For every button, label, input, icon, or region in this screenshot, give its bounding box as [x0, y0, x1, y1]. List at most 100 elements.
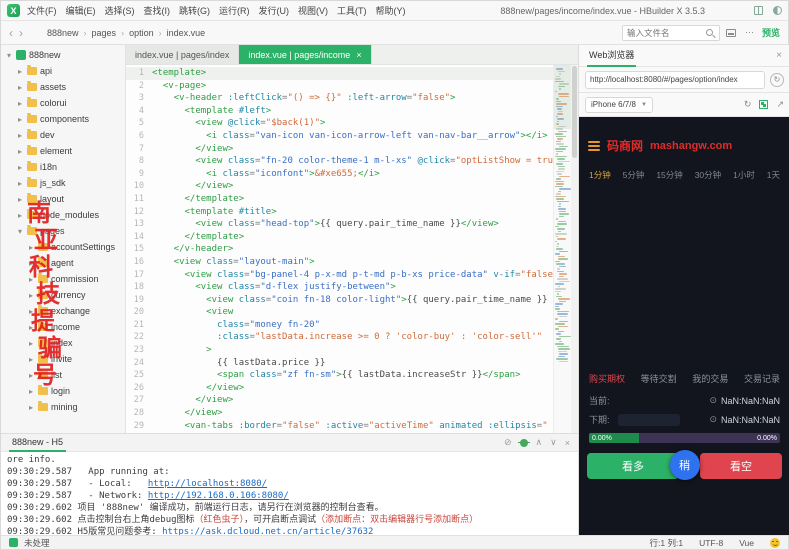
line-number[interactable]: 29 — [126, 420, 152, 433]
tree-item-income[interactable]: ▸ income — [1, 319, 125, 335]
tree-item-element[interactable]: ▸ element — [1, 143, 125, 159]
tree-item-commission[interactable]: ▸ commission — [1, 271, 125, 287]
trade-tab-3[interactable]: 交易记录 — [744, 372, 780, 385]
menu-item-3[interactable]: 查找(I) — [144, 4, 171, 17]
line-number[interactable]: 9 — [126, 168, 152, 181]
tree-item-colorui[interactable]: ▸ colorui — [1, 95, 125, 111]
encoding-indicator[interactable]: UTF-8 — [699, 538, 723, 548]
console-tab[interactable]: 888new - H5 — [9, 434, 67, 452]
tree-item-login[interactable]: ▸ login — [1, 383, 125, 399]
tree-item-layout[interactable]: ▸ layout — [1, 191, 125, 207]
feedback-smiley-icon[interactable] — [770, 537, 780, 548]
line-number[interactable]: 26 — [126, 382, 152, 395]
line-number[interactable]: 13 — [126, 218, 152, 231]
close-console-icon[interactable]: × — [565, 438, 570, 448]
line-number[interactable]: 28 — [126, 407, 152, 420]
nav-back-icon[interactable]: ‹ — [9, 27, 13, 39]
console-log[interactable]: ore info. 09:30:29.587 App running at: 09:… — [1, 452, 578, 537]
tree-item-invite[interactable]: ▸ invite — [1, 351, 125, 367]
breadcrumb-item[interactable]: pages — [92, 28, 117, 38]
language-mode[interactable]: Vue — [739, 538, 754, 548]
collapse-icon[interactable]: ∧ — [536, 437, 543, 448]
line-number[interactable]: 18 — [126, 281, 152, 294]
time-tab-3[interactable]: 30分钟 — [695, 169, 721, 181]
line-number[interactable]: 11 — [126, 193, 152, 206]
line-number[interactable]: 24 — [126, 357, 152, 370]
breadcrumb-item[interactable]: option — [129, 28, 154, 38]
line-number[interactable]: 19 — [126, 294, 152, 307]
file-search-box[interactable] — [621, 24, 720, 41]
menu-item-7[interactable]: 视图(V) — [298, 4, 328, 17]
line-number[interactable]: 22 — [126, 331, 152, 344]
menu-item-0[interactable]: 文件(F) — [27, 4, 57, 17]
line-number[interactable]: 8 — [126, 155, 152, 168]
line-number[interactable]: 14 — [126, 231, 152, 244]
tree-item-pages[interactable]: ▾ pages — [1, 223, 125, 239]
browser-tab[interactable]: Web浏览器 — [587, 45, 637, 67]
menu-item-4[interactable]: 跳转(G) — [179, 4, 210, 17]
time-tab-0[interactable]: 1分钟 — [589, 169, 611, 181]
menu-item-5[interactable]: 运行(R) — [219, 4, 250, 17]
line-number[interactable]: 2 — [126, 80, 152, 93]
theme-contrast-icon[interactable] — [773, 6, 782, 15]
menu-item-1[interactable]: 编辑(E) — [66, 4, 96, 17]
menu-item-6[interactable]: 发行(U) — [259, 4, 290, 17]
line-number[interactable]: 23 — [126, 344, 152, 357]
tree-item-index[interactable]: ▸ index — [1, 335, 125, 351]
menu-item-2[interactable]: 选择(S) — [105, 4, 135, 17]
code-area[interactable]: 1 <template> 2 <v-page> 3 <v-header :leftCl… — [126, 65, 553, 433]
status-icon[interactable] — [9, 538, 18, 547]
tree-item-api[interactable]: ▸ api — [1, 63, 125, 79]
scrollbar-thumb[interactable] — [572, 66, 577, 158]
preview-button[interactable]: 预览 — [762, 26, 780, 39]
more-icon[interactable]: ⋯ — [745, 27, 754, 38]
time-tab-1[interactable]: 5分钟 — [623, 169, 645, 181]
line-number[interactable]: 1 — [126, 67, 152, 80]
rotate-icon[interactable]: ↻ — [744, 99, 752, 110]
tree-item-dev[interactable]: ▸ dev — [1, 127, 125, 143]
line-number[interactable]: 4 — [126, 105, 152, 118]
time-tab-5[interactable]: 1天 — [767, 169, 780, 181]
tree-item-list[interactable]: ▸ list — [1, 367, 125, 383]
hamburger-menu-icon[interactable] — [588, 140, 600, 151]
editor-scrollbar[interactable] — [571, 65, 578, 433]
layout-grid-icon[interactable] — [754, 6, 763, 15]
tree-item-888new[interactable]: ▾ 888new — [1, 47, 125, 63]
buy-up-button[interactable]: 看多 — [587, 453, 679, 479]
tree-item-mining[interactable]: ▸ mining — [1, 399, 125, 415]
line-number[interactable]: 25 — [126, 369, 152, 382]
code-editor[interactable]: 1 <template> 2 <v-page> 3 <v-header :leftCl… — [126, 65, 578, 433]
line-number[interactable]: 27 — [126, 394, 152, 407]
line-number[interactable]: 16 — [126, 256, 152, 269]
log-link[interactable]: http://localhost:8080/ — [148, 479, 267, 489]
close-browser-icon[interactable]: × — [776, 50, 782, 61]
log-link[interactable]: http://192.168.0.106:8080/ — [148, 491, 289, 501]
nav-forward-icon[interactable]: › — [19, 27, 23, 39]
expand-icon[interactable]: ∨ — [550, 437, 557, 448]
url-input[interactable] — [585, 70, 765, 89]
line-number[interactable]: 10 — [126, 180, 152, 193]
clear-console-icon[interactable]: ⊘ — [504, 437, 512, 448]
tree-item-js_sdk[interactable]: ▸ js_sdk — [1, 175, 125, 191]
tree-item-currency[interactable]: ▸ currency — [1, 287, 125, 303]
editor-tab-0[interactable]: index.vue | pages/index — [126, 45, 240, 64]
tree-item-components[interactable]: ▸ components — [1, 111, 125, 127]
tree-item-accountSettings[interactable]: ▸ accountSettings — [1, 239, 125, 255]
minimap-viewport[interactable] — [554, 65, 571, 129]
line-number[interactable]: 5 — [126, 117, 152, 130]
open-external-icon[interactable]: ↗ — [776, 99, 784, 110]
search-input[interactable] — [626, 27, 703, 38]
next-period-field[interactable] — [617, 413, 680, 426]
line-number[interactable]: 17 — [126, 269, 152, 282]
qr-code-icon[interactable] — [759, 100, 769, 109]
line-number[interactable]: 20 — [126, 306, 152, 319]
breadcrumb-item[interactable]: 888new — [47, 28, 79, 38]
menu-item-9[interactable]: 帮助(Y) — [376, 4, 406, 17]
editor-tab-1[interactable]: index.vue | pages/income × — [239, 45, 372, 64]
trade-tab-0[interactable]: 购买期权 — [589, 372, 625, 385]
device-select[interactable]: iPhone 6/7/8 ▼ — [585, 96, 653, 113]
tree-item-assets[interactable]: ▸ assets — [1, 79, 125, 95]
tab-close-icon[interactable]: × — [356, 50, 361, 60]
line-number[interactable]: 6 — [126, 130, 152, 143]
debug-icon[interactable] — [517, 438, 530, 447]
